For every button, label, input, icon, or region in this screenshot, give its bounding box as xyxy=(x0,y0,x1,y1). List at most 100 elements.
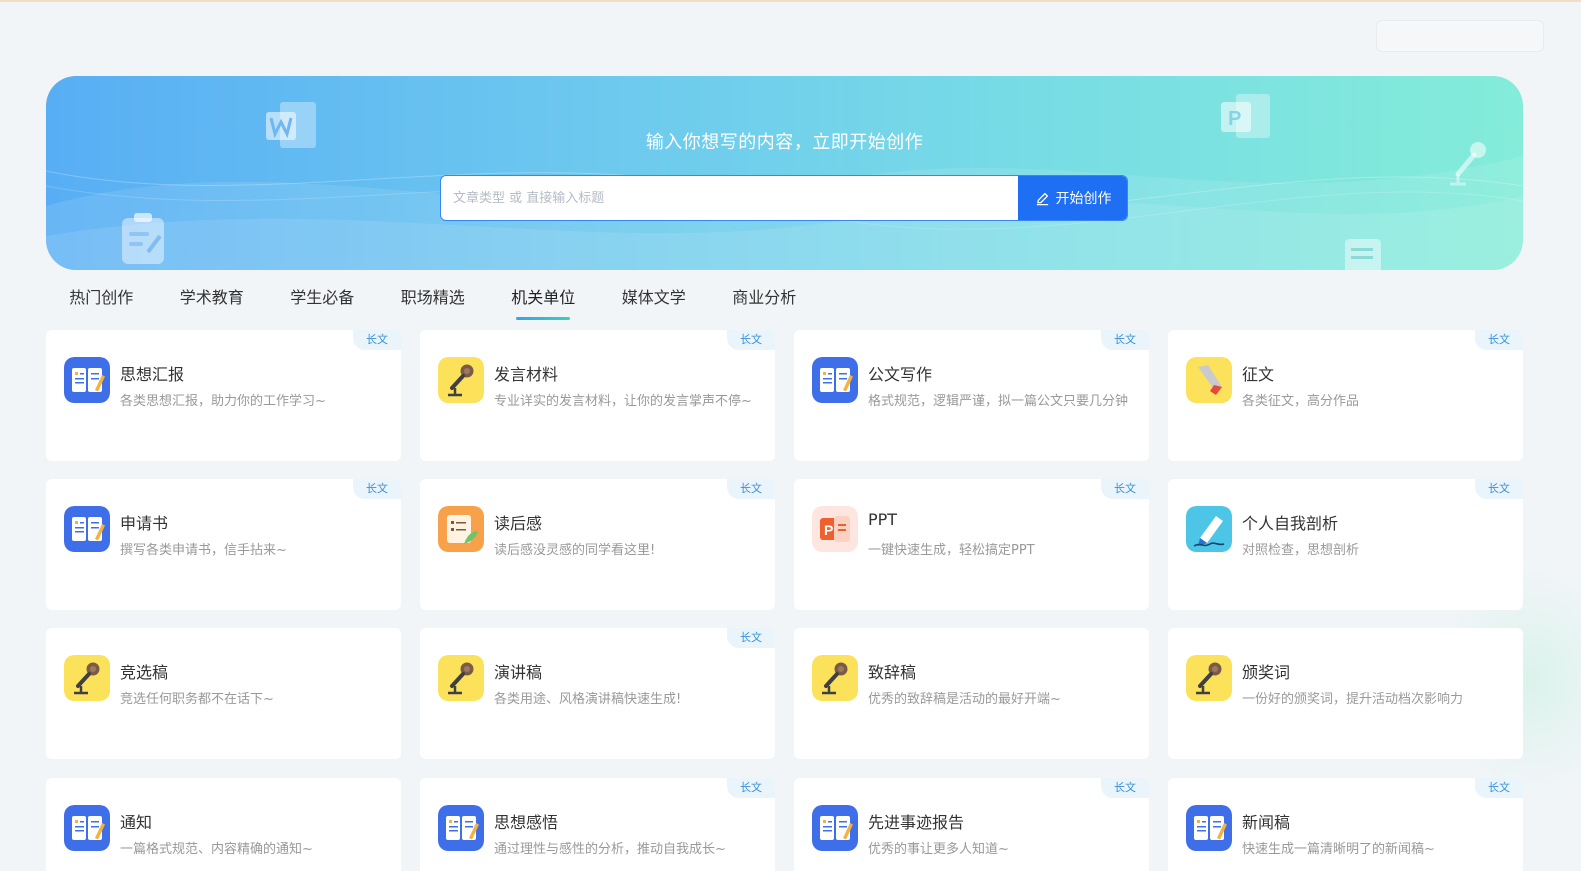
tab-label: 职场精选 xyxy=(400,288,465,307)
template-card[interactable]: 长文 新闻稿快速生成一篇清晰明了的新闻稿~ xyxy=(1168,778,1523,871)
long-text-badge: 长文 xyxy=(353,330,401,350)
card-description: 读后感没灵感的同学看这里! xyxy=(494,543,656,558)
long-text-badge: 长文 xyxy=(353,479,401,499)
svg-text:P: P xyxy=(824,522,833,538)
template-card[interactable]: 长文 申请书撰写各类申请书，信手拈来~ xyxy=(46,479,401,610)
card-title: PPT xyxy=(868,510,898,529)
card-title: 新闻稿 xyxy=(1242,813,1291,832)
card-description: 各类征文，高分作品 xyxy=(1242,394,1360,409)
start-creation-button[interactable]: 开始创作 xyxy=(1018,176,1127,220)
tab-workplace[interactable]: 职场精选 xyxy=(378,286,489,316)
edit-pen-icon xyxy=(1036,192,1048,205)
card-title: 演讲稿 xyxy=(494,663,543,682)
book-icon xyxy=(1186,805,1232,851)
tab-label: 媒体文学 xyxy=(621,288,686,307)
tab-label: 热门创作 xyxy=(69,288,134,307)
book-icon xyxy=(64,506,110,552)
card-description: 优秀的致辞稿是活动的最好开端~ xyxy=(868,692,1061,707)
template-card[interactable]: 长文 公文写作格式规范，逻辑严谨，拟一篇公文只要几分钟 xyxy=(794,330,1149,461)
long-text-badge: 长文 xyxy=(1101,778,1149,798)
card-description: 对照检查，思想剖析 xyxy=(1242,543,1360,558)
card-description: 优秀的事让更多人知道~ xyxy=(868,842,1009,857)
card-title: 竞选稿 xyxy=(120,663,169,682)
tab-label: 学生必备 xyxy=(290,288,355,307)
template-card[interactable]: 长文 演讲稿各类用途、风格演讲稿快速生成! xyxy=(420,628,775,759)
card-description: 各类用途、风格演讲稿快速生成! xyxy=(494,692,682,707)
tab-business[interactable]: 商业分析 xyxy=(709,286,820,316)
microphone-icon xyxy=(438,357,484,403)
card-title: 先进事迹报告 xyxy=(868,813,965,832)
ppt-icon: P xyxy=(812,506,858,552)
hero-banner: P 输入你想写的内容，立即开始创作 开始创作 xyxy=(46,76,1523,270)
tab-student[interactable]: 学生必备 xyxy=(267,286,378,316)
tab-academic[interactable]: 学术教育 xyxy=(157,286,268,316)
template-card[interactable]: 长文 读后感读后感没灵感的同学看这里! xyxy=(420,479,775,610)
card-title: 申请书 xyxy=(120,514,169,533)
tab-label: 机关单位 xyxy=(511,288,576,307)
card-description: 各类思想汇报，助力你的工作学习~ xyxy=(120,394,326,409)
card-description: 撰写各类申请书，信手拈来~ xyxy=(120,543,287,558)
book-icon xyxy=(812,805,858,851)
tab-label: 学术教育 xyxy=(179,288,244,307)
template-card[interactable]: 长文 思想汇报各类思想汇报，助力你的工作学习~ xyxy=(46,330,401,461)
pen-icon xyxy=(1186,357,1232,403)
card-description: 通过理性与感性的分析，推动自我成长~ xyxy=(494,842,726,857)
template-card[interactable]: 长文 发言材料专业详实的发言材料，让你的发言掌声不停~ xyxy=(420,330,775,461)
template-card[interactable]: 长文 P PPT 一键快速生成，轻松搞定PPT xyxy=(794,479,1149,610)
signature-pen-icon xyxy=(1186,506,1232,552)
tab-hot[interactable]: 热门创作 xyxy=(46,286,157,316)
long-text-badge: 长文 xyxy=(1475,330,1523,350)
microphone-icon xyxy=(1186,655,1232,701)
search-input[interactable] xyxy=(441,176,1018,220)
card-title: 征文 xyxy=(1242,365,1275,384)
long-text-badge: 长文 xyxy=(727,330,775,350)
card-title: 致辞稿 xyxy=(868,663,917,682)
card-description: 一篇格式规范、内容精确的通知~ xyxy=(120,842,313,857)
card-description: 快速生成一篇清晰明了的新闻稿~ xyxy=(1242,842,1435,857)
card-description: 格式规范，逻辑严谨，拟一篇公文只要几分钟 xyxy=(868,394,1129,409)
long-text-badge: 长文 xyxy=(727,479,775,499)
card-description: 一键快速生成，轻松搞定PPT xyxy=(868,543,1035,558)
card-title: 发言材料 xyxy=(494,365,559,384)
template-card[interactable]: 通知一篇格式规范、内容精确的通知~ xyxy=(46,778,401,871)
long-text-badge: 长文 xyxy=(727,628,775,648)
card-description: 竞选任何职务都不在话下~ xyxy=(120,692,274,707)
header-placeholder xyxy=(1376,20,1544,52)
long-text-badge: 长文 xyxy=(1475,778,1523,798)
template-card[interactable]: 长文 个人自我剖析 对照检查，思想剖析 xyxy=(1168,479,1523,610)
category-tabs: 热门创作 学术教育 学生必备 职场精选 机关单位 媒体文学 商业分析 xyxy=(46,286,820,316)
top-border-line xyxy=(0,0,1581,2)
long-text-badge: 长文 xyxy=(1101,479,1149,499)
microphone-icon xyxy=(812,655,858,701)
card-title: 颁奖词 xyxy=(1242,663,1291,682)
checklist-deco-icon xyxy=(1345,239,1381,270)
long-text-badge: 长文 xyxy=(727,778,775,798)
template-card[interactable]: 颁奖词一份好的颁奖词，提升活动档次影响力 xyxy=(1168,628,1523,759)
book-icon xyxy=(64,357,110,403)
book-icon xyxy=(812,357,858,403)
long-text-badge: 长文 xyxy=(1101,330,1149,350)
card-title: 思想感悟 xyxy=(494,813,559,832)
card-description: 一份好的颁奖词，提升活动档次影响力 xyxy=(1242,692,1464,707)
card-title: 公文写作 xyxy=(868,365,933,384)
template-card[interactable]: 竞选稿竞选任何职务都不在话下~ xyxy=(46,628,401,759)
card-title: 思想汇报 xyxy=(120,365,185,384)
template-card[interactable]: 长文 征文各类征文，高分作品 xyxy=(1168,330,1523,461)
reading-notes-icon xyxy=(438,506,484,552)
card-description: 专业详实的发言材料，让你的发言掌声不停~ xyxy=(494,394,752,409)
long-text-badge: 长文 xyxy=(1475,479,1523,499)
card-title: 读后感 xyxy=(494,514,543,533)
start-button-label: 开始创作 xyxy=(1055,191,1112,207)
tab-government[interactable]: 机关单位 xyxy=(488,286,599,316)
microphone-icon xyxy=(64,655,110,701)
book-icon xyxy=(64,805,110,851)
card-title: 通知 xyxy=(120,813,153,832)
template-card[interactable]: 长文 先进事迹报告优秀的事让更多人知道~ xyxy=(794,778,1149,871)
tab-media[interactable]: 媒体文学 xyxy=(599,286,710,316)
hero-title: 输入你想写的内容，立即开始创作 xyxy=(645,132,924,153)
template-card[interactable]: 致辞稿优秀的致辞稿是活动的最好开端~ xyxy=(794,628,1149,759)
tab-label: 商业分析 xyxy=(732,288,797,307)
book-icon xyxy=(438,805,484,851)
template-card[interactable]: 长文 思想感悟通过理性与感性的分析，推动自我成长~ xyxy=(420,778,775,871)
svg-text:P: P xyxy=(1228,108,1241,130)
